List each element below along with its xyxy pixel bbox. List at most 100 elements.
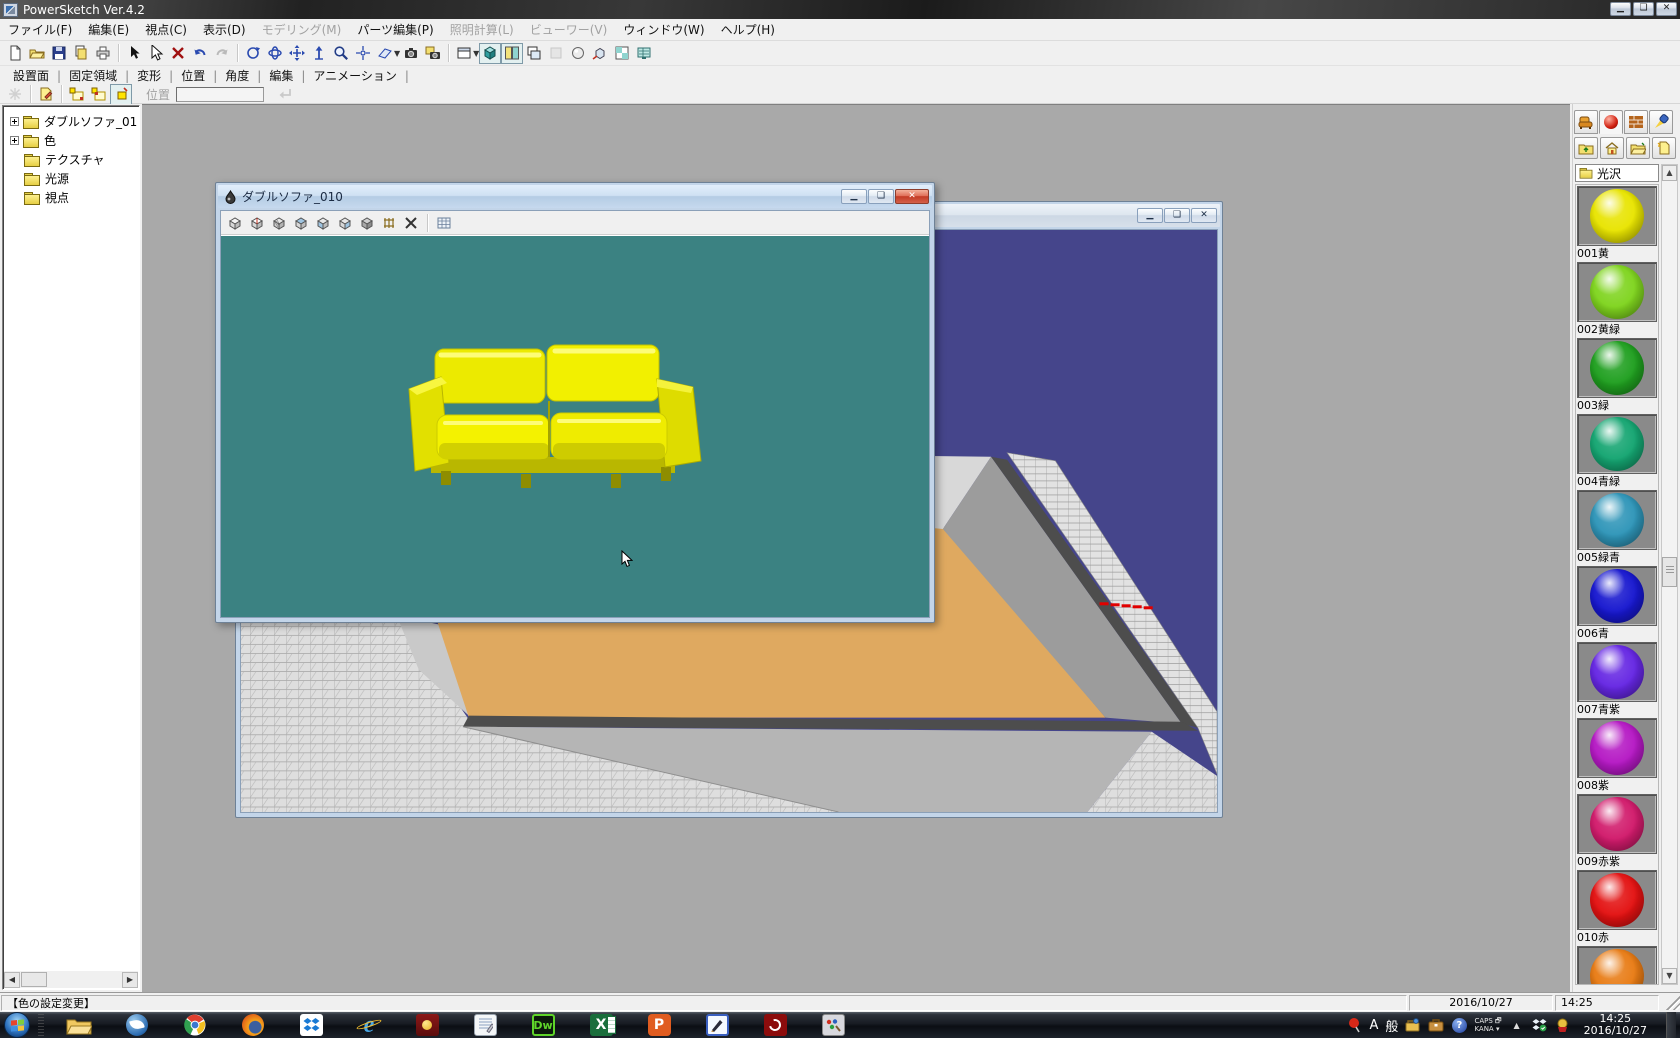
menu-help[interactable]: ヘルプ(H) [713,18,783,41]
material-sphere[interactable] [1590,873,1644,927]
expand-plus-icon[interactable] [10,136,19,145]
delete-button[interactable] [167,43,189,64]
scroll-thumb[interactable] [21,972,47,987]
cascade-windows-button[interactable] [523,43,545,64]
taskbar-explorer[interactable] [64,1013,94,1037]
new-item-button[interactable] [1652,137,1676,159]
vertical-move-button[interactable] [308,43,330,64]
tab-texture[interactable] [1624,110,1648,134]
taskbar-notepad[interactable] [470,1013,500,1037]
scroll-up-arrow[interactable]: ▲ [1662,165,1677,181]
material-item[interactable]: 006青 [1576,566,1658,641]
view-3d-button[interactable] [479,43,501,64]
home-button[interactable] [1600,137,1624,159]
menu-viewpoint[interactable]: 視点(C) [137,18,195,41]
select-object-button[interactable] [145,43,167,64]
material-scrollbar[interactable]: ▲ ▼ [1661,164,1678,985]
taskbar-dropbox[interactable] [296,1013,326,1037]
sofa-minimize-button[interactable]: ▁ [841,189,867,204]
pan-button[interactable] [286,43,308,64]
tree-item-texture[interactable]: テクスチャ [5,150,137,169]
sofa-close-button[interactable]: ✕ [895,189,929,204]
taskbar-clip-app[interactable] [412,1013,442,1037]
cube-outline-icon[interactable] [225,213,245,232]
tab-light[interactable] [1649,110,1673,134]
taskbar-paint-app[interactable] [818,1013,848,1037]
taskbar-powerpoint[interactable]: P [644,1013,674,1037]
tile-windows-button[interactable] [501,43,523,64]
material-sphere[interactable] [1590,721,1644,775]
render-box-button[interactable] [589,43,611,64]
region-tool-3-button[interactable] [110,84,132,105]
material-item[interactable]: 005緑青 [1576,490,1658,565]
region-tool-1-button[interactable] [66,84,88,105]
new-file-button[interactable] [4,43,26,64]
fence-icon[interactable] [379,213,399,232]
maximize-button[interactable]: ❑ [1633,2,1654,16]
page-edit-button[interactable] [35,84,57,105]
scroll-right-arrow[interactable]: ▶ [122,972,138,988]
tree-item-double-sofa[interactable]: ダブルソファ_010 [5,112,137,131]
region-tool-2-button[interactable] [88,84,110,105]
material-item[interactable]: 002黄緑 [1576,262,1658,337]
tree-item-color[interactable]: 色 [5,131,137,150]
cube-hatched-icon[interactable] [269,213,289,232]
render-camera-button[interactable] [422,43,444,64]
menu-parts-edit[interactable]: パーツ編集(P) [349,18,441,41]
scroll-left-arrow[interactable]: ◀ [4,972,20,988]
window-layout-button[interactable] [453,43,475,64]
menu-window[interactable]: ウィンドウ(W) [615,18,712,41]
undo-button[interactable] [189,43,211,64]
tray-show-hidden-icon[interactable]: ▲ [1509,1017,1525,1033]
tree-horizontal-scrollbar[interactable]: ◀ ▶ [4,971,138,988]
material-sphere[interactable] [1590,189,1644,243]
zoom-button[interactable] [330,43,352,64]
light-sphere-button[interactable] [567,43,589,64]
open-file-button[interactable] [26,43,48,64]
save-all-button[interactable] [70,43,92,64]
material-folder-header[interactable]: 光沢 [1575,164,1659,182]
delete-x-icon[interactable] [401,213,421,232]
scene-close-button[interactable]: ✕ [1191,208,1217,223]
monitor-view-button[interactable] [633,43,655,64]
tray-coin-app-icon[interactable] [1555,1017,1571,1033]
material-item[interactable] [1576,946,1658,985]
tray-tools-icon[interactable] [1405,1017,1421,1033]
show-desktop-button[interactable] [1666,1012,1676,1038]
taskbar-pen-app[interactable] [702,1013,732,1037]
tab-color-material[interactable] [1599,110,1623,134]
tray-pin-icon[interactable] [1347,1017,1363,1033]
scene-maximize-button[interactable]: ❑ [1164,208,1190,223]
folder-open-button[interactable] [1626,137,1650,159]
material-sphere[interactable] [1590,493,1644,547]
tray-dropbox-icon[interactable] [1532,1017,1548,1033]
taskbar-excel[interactable]: X [586,1013,616,1037]
position-input[interactable] [176,87,264,102]
section-plane-button[interactable] [374,43,396,64]
save-button[interactable] [48,43,70,64]
material-item[interactable]: 003緑 [1576,338,1658,413]
ime-caps-kana-indicator[interactable]: CAPS 🗗 KANA ▾ [1474,1017,1501,1033]
menu-file[interactable]: ファイル(F) [0,18,80,41]
tab-animation[interactable]: アニメーション [306,65,404,86]
material-item[interactable]: 008紫 [1576,718,1658,793]
material-item[interactable]: 004青緑 [1576,414,1658,489]
material-sphere[interactable] [1590,645,1644,699]
cube-shaded-icon[interactable] [357,213,377,232]
expand-plus-icon[interactable] [10,117,19,126]
cube-top-icon[interactable] [291,213,311,232]
sofa-viewport[interactable] [221,236,929,617]
scene-minimize-button[interactable]: ▁ [1137,208,1163,223]
taskbar-internet-explorer[interactable]: e [354,1013,384,1037]
free-rotate-button[interactable] [264,43,286,64]
print-button[interactable] [92,43,114,64]
resize-grip[interactable] [1666,996,1680,1010]
menu-edit[interactable]: 編集(E) [80,18,137,41]
tree-item-viewpoint[interactable]: 視点 [5,188,137,207]
taskbar-firefox[interactable] [238,1013,268,1037]
folder-up-button[interactable] [1574,137,1598,159]
taskbar-thunderbird[interactable] [122,1013,152,1037]
select-cursor-button[interactable] [123,43,145,64]
app-titlebar[interactable]: PowerSketch Ver.4.2 ▁ ❑ ✕ [0,0,1680,19]
scroll-thumb[interactable] [1662,557,1677,587]
